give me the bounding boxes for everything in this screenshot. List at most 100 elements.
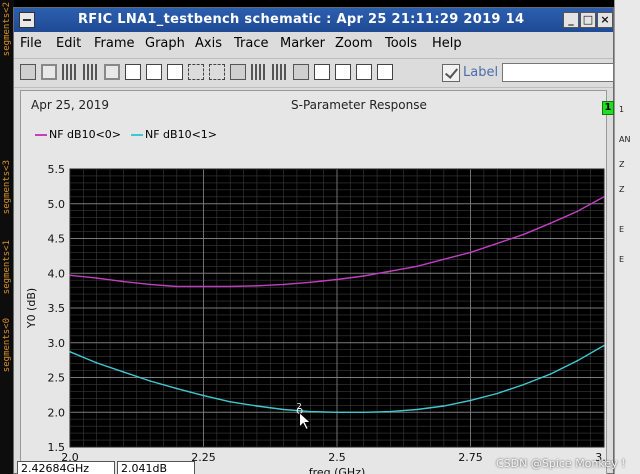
- label-input[interactable]: [502, 63, 614, 82]
- data-point: [576, 360, 579, 362]
- layout-icon[interactable]: [104, 64, 120, 80]
- delete-icon[interactable]: [293, 64, 309, 80]
- shade-icon[interactable]: [230, 64, 246, 80]
- data-point: [443, 405, 445, 407]
- y-tick-label: 3.5: [48, 302, 66, 315]
- data-point: [95, 277, 98, 279]
- segment-label: segments<3: [2, 160, 12, 215]
- cursor-x-readout: 2.42684GHz: [17, 461, 115, 474]
- hatch-icon[interactable]: [272, 64, 288, 80]
- strip-text: Z: [619, 160, 625, 169]
- copy-icon[interactable]: [146, 64, 162, 80]
- menu-axis[interactable]: Axis: [195, 36, 222, 51]
- menu-bar: File Edit Frame Graph Axis Trace Marker …: [14, 33, 613, 55]
- data-point: [549, 373, 552, 375]
- label-caption: Label: [463, 65, 499, 80]
- data-point: [176, 387, 178, 390]
- data-point: [95, 362, 98, 364]
- y-tick-label: 4.0: [48, 267, 66, 280]
- y-tick-label: 5.5: [48, 163, 66, 176]
- data-point: [122, 280, 125, 283]
- strip-text: E: [619, 225, 625, 234]
- split-icon[interactable]: [188, 64, 204, 80]
- screenshot: segments<2 segments<3 segments<1 segment…: [0, 0, 640, 474]
- segment-label: segments<0: [2, 318, 12, 373]
- data-point: [176, 285, 178, 288]
- data-point: [336, 278, 338, 281]
- label-checkbox[interactable]: [442, 64, 460, 82]
- data-point: [523, 383, 525, 386]
- grid-icon[interactable]: [62, 64, 78, 80]
- data-point: [309, 281, 312, 284]
- y-tick-label: 2.5: [48, 372, 66, 385]
- zoom-fit-icon[interactable]: [314, 64, 330, 80]
- pattern-icon[interactable]: [251, 64, 267, 80]
- data-point: [523, 233, 525, 236]
- data-point: [202, 285, 205, 288]
- y-tick-label: 1.5: [48, 441, 66, 454]
- data-point: [69, 351, 71, 353]
- data-point: [362, 411, 365, 414]
- data-point: [603, 344, 605, 347]
- plot-panel: Apr 25, 2019 S-Parameter Response 1 NF d…: [20, 90, 614, 474]
- menu-trace[interactable]: Trace: [234, 36, 269, 51]
- close-button[interactable]: ×: [597, 12, 613, 28]
- data-point: [256, 285, 258, 287]
- label-yaxis-icon[interactable]: [209, 64, 225, 80]
- data-point: [256, 405, 258, 407]
- zoom-in-icon[interactable]: [356, 64, 372, 80]
- data-point: [149, 283, 151, 286]
- pan-icon[interactable]: [335, 64, 351, 80]
- data-point: [576, 210, 579, 213]
- frame-icon[interactable]: [125, 64, 141, 80]
- menu-zoom[interactable]: Zoom: [335, 36, 372, 51]
- data-point: [443, 258, 445, 261]
- menu-graph[interactable]: Graph: [145, 36, 185, 51]
- y-tick-label: 4.5: [48, 233, 66, 246]
- cursor-y-readout: 2.041dB: [117, 461, 195, 474]
- data-point: [336, 411, 338, 414]
- minimize-button[interactable]: _: [563, 12, 579, 28]
- zoom-box-icon[interactable]: [377, 64, 393, 80]
- data-point: [122, 371, 125, 373]
- background-window-strip: segments<2 segments<3 segments<1 segment…: [0, 0, 14, 474]
- menu-help[interactable]: Help: [432, 36, 462, 51]
- menu-edit[interactable]: Edit: [56, 36, 81, 51]
- strip-text: E: [619, 255, 625, 264]
- window-menu-icon[interactable]: [19, 12, 35, 28]
- chart[interactable]: 2.02.252.52.753.01.52.02.53.03.54.04.55.…: [21, 91, 606, 474]
- menu-marker[interactable]: Marker: [280, 36, 325, 51]
- data-point: [362, 275, 365, 277]
- y-tick-label: 5.0: [48, 198, 66, 211]
- strip-icon[interactable]: [83, 64, 99, 80]
- data-point: [202, 394, 205, 397]
- strip-text: Z: [619, 185, 625, 194]
- window-title: RFIC LNA1_testbench schematic : Apr 25 2…: [78, 12, 525, 27]
- menu-frame[interactable]: Frame: [94, 36, 135, 51]
- watermark: CSDN @Spice Monkey !: [496, 457, 626, 470]
- data-point: [549, 222, 552, 224]
- data-point: [416, 265, 418, 268]
- waveform-window: RFIC LNA1_testbench schematic : Apr 25 2…: [13, 7, 614, 474]
- menu-file[interactable]: File: [20, 36, 42, 51]
- data-point: [149, 380, 151, 382]
- paste-icon[interactable]: [167, 64, 183, 80]
- x-tick-label: 2.5: [328, 451, 346, 464]
- data-point: [229, 285, 231, 288]
- background-window-strip-right: 1 AN Z Z E E: [614, 0, 640, 474]
- print-preview-icon[interactable]: [41, 64, 57, 80]
- segment-label: segments<2: [2, 2, 12, 57]
- data-point: [389, 410, 392, 413]
- title-bar[interactable]: RFIC LNA1_testbench schematic : Apr 25 2…: [14, 8, 613, 32]
- data-point: [469, 399, 472, 402]
- x-axis-label: freq (GHz): [309, 466, 366, 474]
- data-point: [416, 408, 418, 411]
- strip-text: AN: [619, 135, 631, 144]
- data-point: [496, 242, 499, 245]
- x-tick-label: 2.75: [458, 451, 483, 464]
- maximize-button[interactable]: □: [580, 12, 596, 28]
- print-icon[interactable]: [20, 64, 36, 80]
- menu-tools[interactable]: Tools: [385, 36, 417, 51]
- toolbar: Label: [14, 58, 614, 88]
- cursor-marker-label: 2: [297, 402, 302, 411]
